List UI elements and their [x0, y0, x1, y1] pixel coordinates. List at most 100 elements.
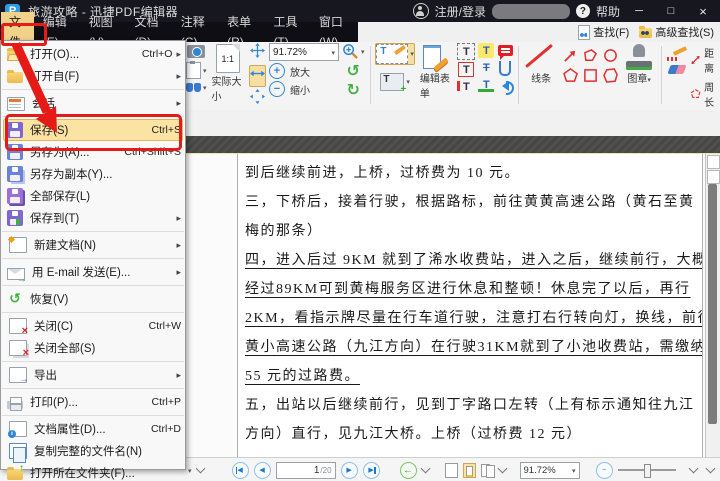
page-number-input[interactable]: 1 /20 [276, 462, 336, 479]
polygon-shape-tool[interactable] [601, 66, 619, 84]
menu-item-session[interactable]: 会话 [1, 92, 185, 114]
status-zoom-select[interactable]: 91.72% [520, 462, 580, 479]
menu-item-save-copy[interactable]: 另存为副本(Y)... [1, 163, 185, 185]
toolbar-separator [661, 46, 662, 104]
select-text-tool[interactable]: T [457, 43, 475, 60]
menu-item-document-properties[interactable]: 文档属性(D)... Ctrl+D [1, 418, 185, 440]
measure-perimeter-button[interactable]: 周长 [690, 79, 720, 109]
actual-size-button[interactable]: 1:1 实际大小 [210, 43, 246, 104]
prev-page-button[interactable]: ◀ [254, 462, 271, 479]
menu-separator [2, 231, 184, 232]
menu-item-open-containing-folder[interactable]: 打开所在文件夹(F)... [1, 462, 185, 481]
rotate-ccw-button[interactable]: ↺ [347, 62, 360, 79]
zoom-out-slider-button[interactable]: − [596, 462, 613, 479]
highlight-text-tool[interactable]: T [478, 43, 494, 58]
scrollbar-button[interactable] [707, 170, 720, 184]
single-page-view-button[interactable] [445, 463, 458, 478]
advanced-find-button[interactable]: 高级查找(S) [639, 24, 714, 40]
collapse-chevron-icon[interactable] [195, 464, 205, 474]
register-login-link[interactable]: 注册/登录 [435, 3, 486, 20]
strikeout-text-tool[interactable]: T [478, 60, 494, 75]
snapshot-camera-icon[interactable] [187, 45, 205, 58]
next-page-button[interactable]: ▶ [341, 462, 358, 479]
edit-textbox-tool[interactable]: T [458, 62, 474, 77]
scrollbar-button[interactable] [707, 155, 720, 169]
zoom-in-button[interactable]: +放大 [269, 63, 310, 79]
first-page-button[interactable]: ◀ [232, 462, 249, 479]
continuous-view-button[interactable] [463, 463, 476, 478]
user-account-icon [413, 3, 429, 19]
vertical-scrollbar[interactable] [705, 154, 720, 457]
menu-item-email[interactable]: 用 E-mail 发送(E)... [1, 261, 185, 283]
file-menu-dropdown: 打开(O)... Ctrl+O 打开自(F) 会话 保存(S) Ctrl+S 另… [0, 40, 186, 470]
redacted-badge [492, 4, 570, 19]
zoom-slider[interactable] [618, 469, 676, 471]
fit-page-button[interactable] [250, 43, 265, 63]
arrow-shape-tool[interactable] [561, 46, 579, 64]
marquee-zoom-button[interactable] [342, 43, 365, 60]
session-icon [7, 97, 25, 111]
menu-item-close-all[interactable]: 关闭全部(S) [1, 337, 185, 359]
minimize-button[interactable]: ─ [626, 5, 652, 17]
folder-icon [7, 72, 23, 83]
menu-item-revert[interactable]: ↺ 恢复(V) [1, 288, 185, 310]
menu-item-save-all[interactable]: 全部保存(L) [1, 185, 185, 207]
line-tool-button[interactable]: 线条 [524, 43, 558, 86]
status-chevron-icon[interactable] [689, 464, 699, 474]
menu-item-close[interactable]: 关闭(C) Ctrl+W [1, 315, 185, 337]
menu-separator [2, 258, 184, 259]
zoom-level-select[interactable]: 91.72% [269, 43, 339, 61]
menu-item-open[interactable]: 打开(O)... Ctrl+O [1, 43, 185, 65]
fit-width-button[interactable] [249, 65, 266, 87]
circle-shape-tool[interactable] [601, 46, 619, 64]
maximize-button[interactable]: □ [658, 5, 684, 17]
find-button[interactable]: 查找(F) [578, 24, 629, 40]
edit-content-button[interactable] [375, 43, 415, 65]
menu-item-new-document[interactable]: 新建文档(N) [1, 234, 185, 256]
eraser-tool[interactable] [667, 65, 686, 74]
paste-button[interactable] [186, 62, 207, 79]
scrollbar-thumb[interactable] [708, 184, 717, 424]
new-document-icon [9, 237, 27, 253]
menu-item-save-to[interactable]: 保存到(T) [1, 207, 185, 229]
save-to-icon [7, 210, 23, 226]
last-page-button[interactable]: ▶ [363, 462, 380, 479]
menu-separator [2, 116, 184, 117]
menu-item-copy-filename[interactable]: 复制完整的文件名(N) [1, 440, 185, 462]
move-text-tool[interactable]: T [458, 79, 474, 94]
status-chevron-icon[interactable] [706, 464, 716, 474]
add-image-text-button[interactable] [380, 73, 410, 91]
menu-item-save-as[interactable]: 另存为(A)... Ctrl+Shift+S [1, 141, 185, 163]
underline-text-tool[interactable]: T [478, 77, 494, 92]
rotate-cw-button[interactable]: ↻ [347, 81, 360, 98]
menu-separator [2, 415, 184, 416]
search-button[interactable] [186, 81, 207, 95]
menu-item-open-from[interactable]: 打开自(F) [1, 65, 185, 87]
sticky-note-tool[interactable] [498, 45, 513, 56]
zoom-out-button[interactable]: −缩小 [269, 81, 310, 97]
fit-visible-button[interactable] [250, 89, 265, 109]
close-button[interactable]: × [690, 4, 716, 19]
sound-tool[interactable] [497, 81, 509, 91]
email-icon [7, 268, 25, 280]
stamp-button[interactable]: 图章 [622, 43, 656, 86]
status-dropdown-icon[interactable] [188, 465, 192, 476]
menu-item-print[interactable]: 打印(P)... Ctrl+P [1, 391, 185, 413]
view-mode-chevron-icon[interactable] [497, 464, 507, 474]
previous-view-button[interactable]: ← [400, 462, 417, 479]
attachment-tool[interactable] [499, 61, 511, 76]
menu-item-export[interactable]: 导出 [1, 364, 185, 386]
square-shape-tool[interactable] [581, 66, 599, 84]
measure-distance-button[interactable]: 距离 [690, 45, 720, 75]
help-icon: ? [576, 4, 590, 18]
help-menu[interactable]: 帮助 [596, 3, 620, 20]
pencil-tool[interactable] [667, 47, 687, 61]
doc-text-line: 经过89KM可到黄梅服务区进行休息和整顿！休息完了以后，再行 [245, 275, 698, 304]
view-history-chevron-icon[interactable] [420, 464, 430, 474]
pentagon-shape-tool[interactable] [561, 66, 579, 84]
menu-item-save[interactable]: 保存(S) Ctrl+S [3, 119, 183, 141]
edit-form-button[interactable]: 编辑表单 [418, 43, 454, 101]
polyline-shape-tool[interactable] [581, 46, 599, 64]
save-all-icon [7, 188, 23, 204]
two-page-view-button[interactable] [481, 464, 494, 477]
